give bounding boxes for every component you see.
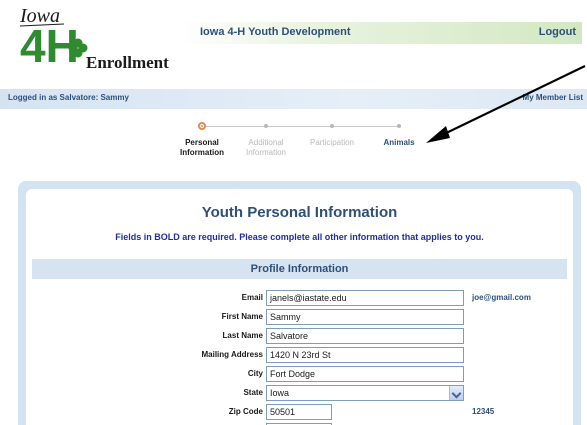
email-hint: joe@gmail.com bbox=[472, 293, 531, 302]
step-personal-information[interactable]: Personal Information bbox=[172, 138, 232, 158]
header-bar: Iowa 4-H Youth Development Logout bbox=[180, 22, 582, 44]
step-dot-animals bbox=[397, 124, 401, 128]
step-dot-additional bbox=[264, 124, 268, 128]
iowa-4h-enrollment-logo: Iowa 4H Enrollment bbox=[19, 5, 169, 72]
annotation-arrow-icon bbox=[426, 65, 586, 143]
step-additional-information[interactable]: Additional Information bbox=[236, 138, 296, 158]
zip-code-hint: 12345 bbox=[472, 407, 495, 416]
required-fields-note: Fields in BOLD are required. Please comp… bbox=[115, 232, 484, 242]
zip-code-field[interactable]: 50501 bbox=[266, 404, 332, 420]
email-label: Email bbox=[241, 293, 263, 302]
zip-code-label: Zip Code bbox=[228, 407, 263, 416]
site-title: Iowa 4-H Youth Development bbox=[200, 26, 351, 38]
state-label: State bbox=[243, 388, 263, 397]
step-participation[interactable]: Participation bbox=[302, 138, 362, 148]
logout-link[interactable]: Logout bbox=[539, 26, 576, 38]
mailing-address-label: Mailing Address bbox=[201, 350, 264, 359]
steps-connector bbox=[201, 126, 401, 127]
first-name-field[interactable]: Sammy bbox=[266, 309, 464, 325]
step-dot-participation bbox=[330, 124, 334, 128]
email-field[interactable]: janels@iastate.edu bbox=[266, 290, 464, 306]
state-select[interactable]: Iowa bbox=[266, 385, 464, 401]
step-dot-personal bbox=[198, 122, 206, 130]
mailing-address-field[interactable]: 1420 N 23rd St bbox=[266, 347, 464, 363]
last-name-label: Last Name bbox=[222, 331, 263, 340]
main-panel: Youth Personal Information Fields in BOL… bbox=[18, 181, 581, 425]
first-name-label: First Name bbox=[221, 312, 263, 321]
logo-enrollment-text: Enrollment bbox=[86, 53, 169, 72]
chevron-down-icon[interactable] bbox=[449, 386, 463, 400]
page-title: Youth Personal Information bbox=[201, 204, 398, 221]
form-panel: Youth Personal Information Fields in BOL… bbox=[26, 189, 573, 425]
city-field[interactable]: Fort Dodge bbox=[266, 366, 464, 382]
state-select-value: Iowa bbox=[270, 388, 290, 398]
logged-in-status: Logged in as Salvatore: Sammy bbox=[8, 93, 129, 102]
last-name-field[interactable]: Salvatore bbox=[266, 328, 464, 344]
city-label: City bbox=[247, 369, 263, 378]
section-header-profile: Profile Information bbox=[32, 259, 567, 279]
